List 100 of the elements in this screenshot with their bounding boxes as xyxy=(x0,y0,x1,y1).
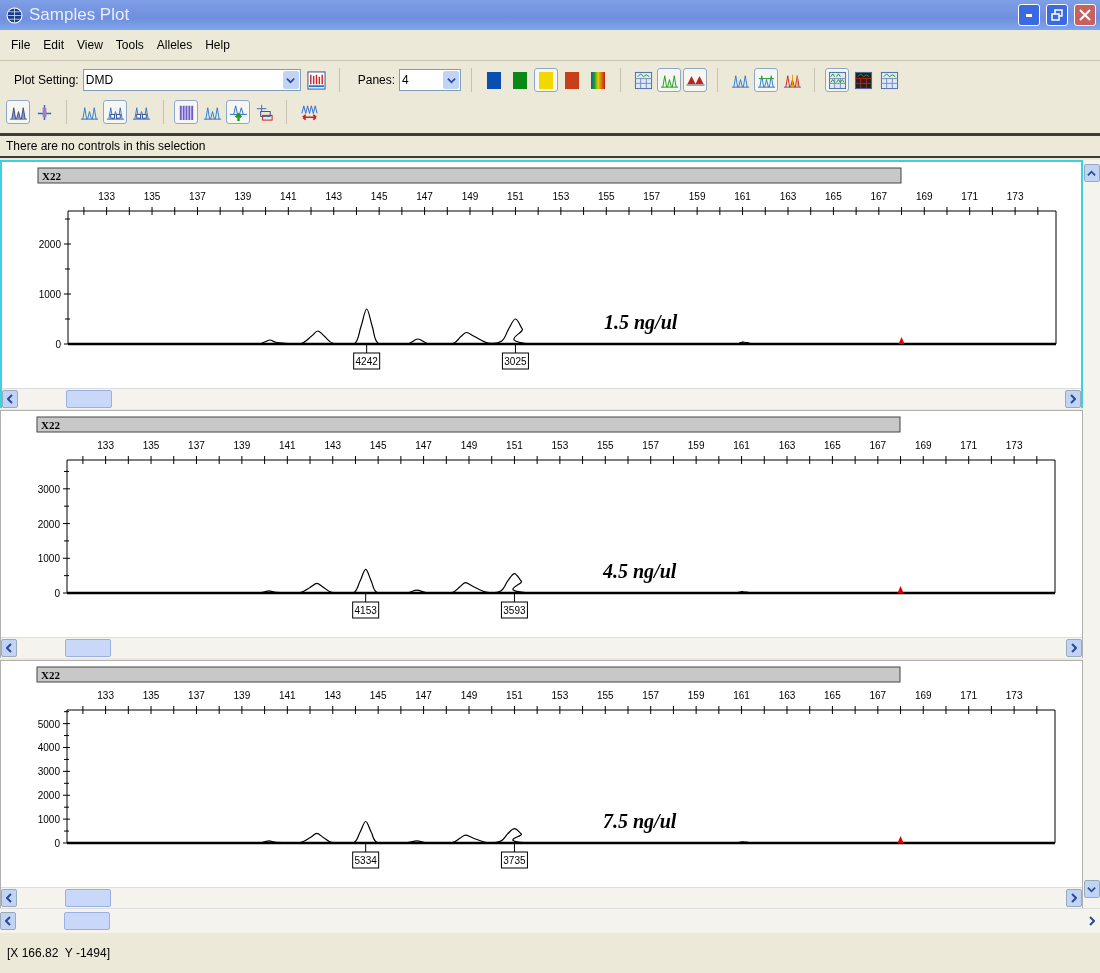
x-tick-label: 145 xyxy=(369,690,387,701)
triangle-marker-icon xyxy=(897,836,904,843)
scroll-up-button[interactable] xyxy=(1083,164,1100,182)
menu-item[interactable]: Help xyxy=(205,38,230,52)
x-tick-label: 135 xyxy=(142,690,160,701)
x-tick-label: 167 xyxy=(869,690,887,701)
x-tick-label: 137 xyxy=(189,191,206,202)
x-tick-label: 169 xyxy=(914,690,932,701)
toolbar-button[interactable] xyxy=(103,100,127,124)
y-tick-label: 4000 xyxy=(37,742,60,754)
scrollbar-thumb[interactable] xyxy=(65,889,111,907)
x-tick-label: 165 xyxy=(825,191,842,202)
x-tick-label: 151 xyxy=(506,440,523,451)
menu-item[interactable]: View xyxy=(77,38,103,52)
menu-item[interactable]: Edit xyxy=(43,38,65,52)
x-tick-label: 157 xyxy=(642,690,660,701)
minimize-button[interactable] xyxy=(1018,4,1040,26)
x-tick-label: 159 xyxy=(687,690,705,701)
x-tick-label: 165 xyxy=(824,440,841,451)
x-tick-label: 155 xyxy=(597,191,615,202)
x-tick-label: 161 xyxy=(733,690,750,701)
triangle-marker-icon xyxy=(897,586,904,593)
x-tick-label: 147 xyxy=(415,440,432,451)
x-tick-label: 169 xyxy=(914,440,932,451)
chevron-down-icon xyxy=(446,75,456,85)
plot-pane[interactable]: X22 133 135 137 139 141 143 145 147 149 151 153 155 157 159 161 163 165 167 169 171 173 0 1000 2000 4242 3025 1.5 ng/ul xyxy=(0,160,1083,408)
plot-pane[interactable]: X22 133 135 137 139 141 143 145 147 149 151 153 155 157 159 161 163 165 167 169 171 173 0 1000 2000 3000 4153 3593 4.5 ng/ul xyxy=(0,410,1083,658)
concentration-note: 4.5 ng/ul xyxy=(603,560,677,582)
x-tick-label: 163 xyxy=(779,191,797,202)
table-icon xyxy=(853,70,873,90)
close-button[interactable] xyxy=(1074,4,1096,26)
restore-button[interactable] xyxy=(1046,4,1068,26)
x-tick-label: 157 xyxy=(642,440,660,451)
x-tick-label: 151 xyxy=(507,191,524,202)
marker-bar: X22 xyxy=(36,666,901,683)
toolbar-button[interactable] xyxy=(683,68,708,92)
x-tick-label: 153 xyxy=(552,191,570,202)
plot-setting-dropdown[interactable]: DMD xyxy=(82,69,301,91)
x-tick-label: 171 xyxy=(960,440,978,451)
restore-icon xyxy=(1051,9,1063,21)
x-tick-label: 167 xyxy=(869,440,887,451)
x-tick-label: 171 xyxy=(961,191,979,202)
color-button[interactable] xyxy=(534,68,559,92)
horizontal-scrollbar[interactable] xyxy=(1,887,1082,908)
horizontal-scrollbar[interactable] xyxy=(2,388,1081,409)
scrollbar-thumb[interactable] xyxy=(65,639,111,657)
minimize-icon xyxy=(1026,13,1032,17)
x-tick-label: 139 xyxy=(234,191,252,202)
grid-icon xyxy=(827,70,847,90)
vertical-scrollbar[interactable] xyxy=(1083,160,1100,910)
peaks-grid-icon xyxy=(307,70,327,90)
concentration-note: 1.5 ng/ul xyxy=(604,311,678,333)
x-tick-label: 159 xyxy=(688,191,706,202)
x-tick-label: 147 xyxy=(416,191,433,202)
layers-icon xyxy=(254,102,274,122)
chevron-right-icon xyxy=(1070,394,1076,404)
y-tick-label: 3000 xyxy=(37,483,60,495)
y-tick-label: 0 xyxy=(55,339,61,350)
chevron-up-icon xyxy=(1087,168,1096,178)
scroll-left-button[interactable] xyxy=(1,889,17,907)
x-tick-label: 149 xyxy=(460,440,478,451)
horizontal-scrollbar[interactable] xyxy=(1,637,1082,658)
plot-pane[interactable]: X22 133 135 137 139 141 143 145 147 149 151 153 155 157 159 161 163 165 167 169 171 173 0 1000 2000 3000 4000 5000 5334 3735 7.5 ng/ul xyxy=(0,660,1083,908)
peak-label: 5334 xyxy=(352,842,380,869)
chevron-right-icon xyxy=(1089,916,1095,926)
panes-dropdown[interactable]: 4 xyxy=(399,69,462,91)
scrollbar-thumb[interactable] xyxy=(66,390,112,408)
scroll-down-button[interactable] xyxy=(1083,880,1100,898)
menu-item[interactable]: Tools xyxy=(115,38,144,52)
peak-label: 4242 xyxy=(353,343,381,370)
plot-setting-label: Plot Setting: xyxy=(14,73,79,87)
x-tick-label: 167 xyxy=(870,191,888,202)
menu-item[interactable]: File xyxy=(11,38,31,52)
peak-label: 4153 xyxy=(352,592,380,619)
horizontal-scrollbar[interactable] xyxy=(0,908,1100,933)
scroll-right-button[interactable] xyxy=(1066,889,1082,907)
x-tick-label: 159 xyxy=(687,440,705,451)
x-tick-label: 173 xyxy=(1005,440,1023,451)
menu-item[interactable]: Alleles xyxy=(156,38,193,52)
scrollbar-thumb[interactable] xyxy=(64,912,110,930)
table-icon xyxy=(633,70,653,90)
y-tick-label: 1000 xyxy=(37,814,60,826)
scroll-left-button[interactable] xyxy=(2,390,18,408)
y-tick-label: 2000 xyxy=(37,518,60,530)
x-tick-label: 139 xyxy=(233,440,251,451)
scroll-right-button[interactable] xyxy=(1065,390,1081,408)
x-tick-label: 143 xyxy=(325,191,343,202)
toolbar-button[interactable] xyxy=(6,100,30,124)
scroll-left-button[interactable] xyxy=(0,912,16,930)
scroll-left-button[interactable] xyxy=(1,639,17,657)
x-tick-label: 149 xyxy=(460,690,478,701)
globe-icon xyxy=(6,6,23,24)
x-tick-label: 135 xyxy=(143,191,161,202)
chevron-down-icon xyxy=(286,75,296,85)
scroll-right-button[interactable] xyxy=(1066,639,1082,657)
x-tick-label: 141 xyxy=(278,440,296,451)
chevron-left-icon xyxy=(5,916,11,926)
triangle-marker-icon xyxy=(898,337,905,344)
x-tick-label: 141 xyxy=(279,191,297,202)
rainbow-swatch-icon xyxy=(591,71,606,89)
